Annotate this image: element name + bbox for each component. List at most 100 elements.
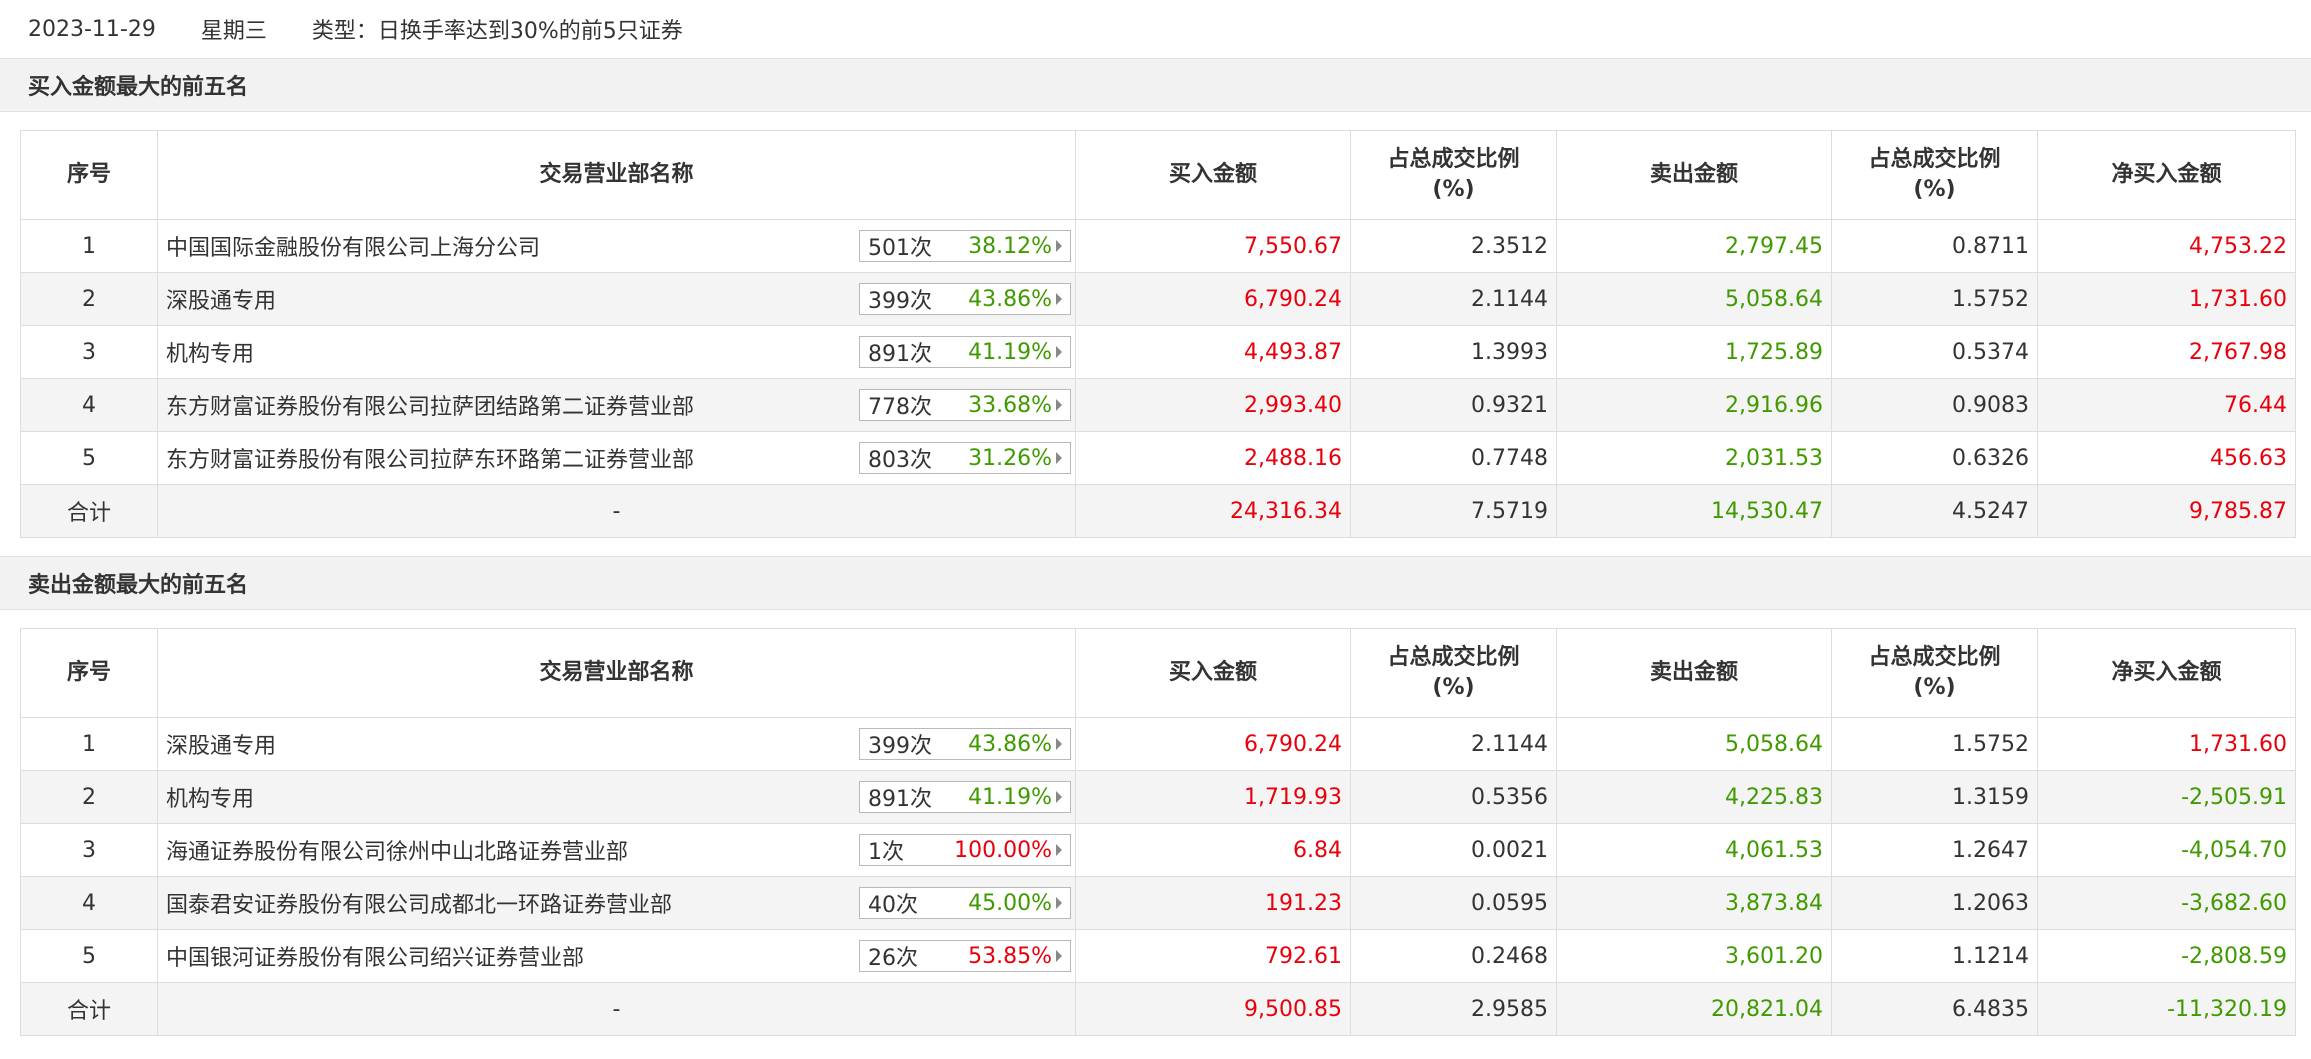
sell-amount: 2,031.53	[1556, 431, 1832, 485]
buy-ratio: 1.3993	[1350, 325, 1557, 379]
buy-amount: 1,719.93	[1075, 770, 1351, 824]
broker-history-badge[interactable]: 501次 38.12%	[859, 230, 1071, 262]
total-net: 9,785.87	[2037, 484, 2296, 538]
col-idx: 序号	[20, 628, 158, 718]
broker-name: 国泰君安证券股份有限公司成都北一环路证券营业部	[166, 893, 673, 918]
total-buy: 24,316.34	[1075, 484, 1351, 538]
caret-right-icon	[1056, 950, 1062, 962]
buy-amount: 792.61	[1075, 929, 1351, 983]
sell-ratio: 1.3159	[1831, 770, 2038, 824]
table-row: 4 国泰君安证券股份有限公司成都北一环路证券营业部 40次 45.00% 191.23 0…	[20, 876, 2296, 930]
buy-amount: 6,790.24	[1075, 272, 1351, 326]
success-rate: 43.86%	[968, 731, 1052, 757]
caret-right-icon	[1056, 293, 1062, 305]
listing-count: 26次	[868, 946, 918, 971]
total-name: -	[157, 982, 1076, 1036]
buy-ratio: 0.0021	[1350, 823, 1557, 877]
success-rate: 41.19%	[968, 339, 1052, 365]
broker-cell: 深股通专用 399次 43.86%	[157, 272, 1076, 326]
weekday: 星期三	[200, 19, 267, 44]
broker-cell-content: 机构专用 891次 41.19%	[166, 336, 1071, 368]
info-bar: 2023-11-29 星期三 类型：日换手率达到30%的前5只证券	[0, 0, 2311, 58]
broker-cell-content: 海通证券股份有限公司徐州中山北路证券营业部 1次 100.00%	[166, 834, 1071, 866]
buy-ratio: 2.1144	[1350, 717, 1557, 771]
col-net: 净买入金额	[2037, 130, 2296, 220]
col-name: 交易营业部名称	[157, 628, 1076, 718]
success-rate: 38.12%	[968, 233, 1052, 259]
total-net: -11,320.19	[2037, 982, 2296, 1036]
table-header-row: 序号 交易营业部名称 买入金额 占总成交比例 (%) 卖出金额 占总成交比例 (…	[20, 130, 2296, 220]
buy-ratio: 0.2468	[1350, 929, 1557, 983]
net-buy-amount: 2,767.98	[2037, 325, 2296, 379]
success-rate: 41.19%	[968, 784, 1052, 810]
sell-ratio: 0.6326	[1831, 431, 2038, 485]
buy-amount: 4,493.87	[1075, 325, 1351, 379]
buy-amount: 2,993.40	[1075, 378, 1351, 432]
listing-count: 803次	[868, 448, 932, 473]
broker-history-badge[interactable]: 399次 43.86%	[859, 728, 1071, 760]
sell-amount: 4,061.53	[1556, 823, 1832, 877]
table-row: 5 中国银河证券股份有限公司绍兴证券营业部 26次 53.85% 792.61 0.246…	[20, 929, 2296, 983]
buy-section-title: 买入金额最大的前五名	[0, 58, 2311, 112]
sell-amount: 5,058.64	[1556, 717, 1832, 771]
listing-count: 778次	[868, 395, 932, 420]
trade-date: 2023-11-29	[28, 16, 156, 42]
broker-cell: 中国银河证券股份有限公司绍兴证券营业部 26次 53.85%	[157, 929, 1076, 983]
broker-cell-content: 深股通专用 399次 43.86%	[166, 728, 1071, 760]
net-buy-amount: -2,505.91	[2037, 770, 2296, 824]
buy-top5-section: 买入金额最大的前五名 序号 交易营业部名称 买入金额 占总成交比例 (%) 卖出…	[0, 58, 2311, 538]
broker-history-badge[interactable]: 1次 100.00%	[859, 834, 1071, 866]
col-sell-ratio: 占总成交比例 (%)	[1831, 628, 2038, 718]
broker-name: 中国国际金融股份有限公司上海分公司	[166, 236, 541, 261]
col-buy-ratio: 占总成交比例 (%)	[1350, 628, 1557, 718]
broker-cell: 国泰君安证券股份有限公司成都北一环路证券营业部 40次 45.00%	[157, 876, 1076, 930]
table-row: 2 深股通专用 399次 43.86% 6,790.24 2.1144 5,058.64 1.…	[20, 272, 2296, 326]
sell-amount: 3,601.20	[1556, 929, 1832, 983]
broker-history-badge[interactable]: 803次 31.26%	[859, 442, 1071, 474]
broker-cell-content: 东方财富证券股份有限公司拉萨团结路第二证券营业部 778次 33.68%	[166, 389, 1071, 421]
buy-amount: 191.23	[1075, 876, 1351, 930]
broker-history-badge[interactable]: 26次 53.85%	[859, 940, 1071, 972]
sell-amount: 1,725.89	[1556, 325, 1832, 379]
sell-ratio: 1.2647	[1831, 823, 2038, 877]
sell-amount: 2,797.45	[1556, 219, 1832, 273]
broker-cell: 东方财富证券股份有限公司拉萨团结路第二证券营业部 778次 33.68%	[157, 378, 1076, 432]
broker-name: 机构专用	[166, 787, 255, 812]
buy-top5-table: 序号 交易营业部名称 买入金额 占总成交比例 (%) 卖出金额 占总成交比例 (…	[20, 130, 2296, 538]
caret-right-icon	[1056, 844, 1062, 856]
broker-cell: 机构专用 891次 41.19%	[157, 770, 1076, 824]
broker-cell-content: 机构专用 891次 41.19%	[166, 781, 1071, 813]
col-buy: 买入金额	[1075, 628, 1351, 718]
broker-history-badge[interactable]: 399次 43.86%	[859, 283, 1071, 315]
total-row: 合计 -24,316.34 7.5719 14,530.47 4.5247 9,785.8…	[20, 484, 2296, 538]
total-label: 合计	[20, 484, 158, 538]
sell-amount: 2,916.96	[1556, 378, 1832, 432]
net-buy-amount: 4,753.22	[2037, 219, 2296, 273]
col-sell: 卖出金额	[1556, 628, 1832, 718]
row-index: 3	[20, 823, 158, 877]
listing-count: 891次	[868, 342, 932, 367]
sell-top5-section: 卖出金额最大的前五名 序号 交易营业部名称 买入金额 占总成交比例 (%) 卖出…	[0, 556, 2311, 1036]
caret-right-icon	[1056, 452, 1062, 464]
broker-cell-content: 国泰君安证券股份有限公司成都北一环路证券营业部 40次 45.00%	[166, 887, 1071, 919]
buy-ratio: 0.7748	[1350, 431, 1557, 485]
sell-ratio: 1.1214	[1831, 929, 2038, 983]
broker-cell: 深股通专用 399次 43.86%	[157, 717, 1076, 771]
list-type: 类型：日换手率达到30%的前5只证券	[311, 19, 683, 44]
total-sell-ratio: 4.5247	[1831, 484, 2038, 538]
total-sell: 14,530.47	[1556, 484, 1832, 538]
total-sell: 20,821.04	[1556, 982, 1832, 1036]
broker-history-badge[interactable]: 891次 41.19%	[859, 781, 1071, 813]
broker-history-badge[interactable]: 778次 33.68%	[859, 389, 1071, 421]
buy-ratio: 2.1144	[1350, 272, 1557, 326]
total-buy-ratio: 2.9585	[1350, 982, 1557, 1036]
sell-ratio: 1.5752	[1831, 272, 2038, 326]
listing-count: 1次	[868, 840, 904, 865]
row-index: 1	[20, 717, 158, 771]
broker-history-badge[interactable]: 40次 45.00%	[859, 887, 1071, 919]
success-rate: 53.85%	[968, 943, 1052, 969]
broker-cell: 东方财富证券股份有限公司拉萨东环路第二证券营业部 803次 31.26%	[157, 431, 1076, 485]
buy-ratio: 0.0595	[1350, 876, 1557, 930]
broker-history-badge[interactable]: 891次 41.19%	[859, 336, 1071, 368]
success-rate: 33.68%	[968, 392, 1052, 418]
